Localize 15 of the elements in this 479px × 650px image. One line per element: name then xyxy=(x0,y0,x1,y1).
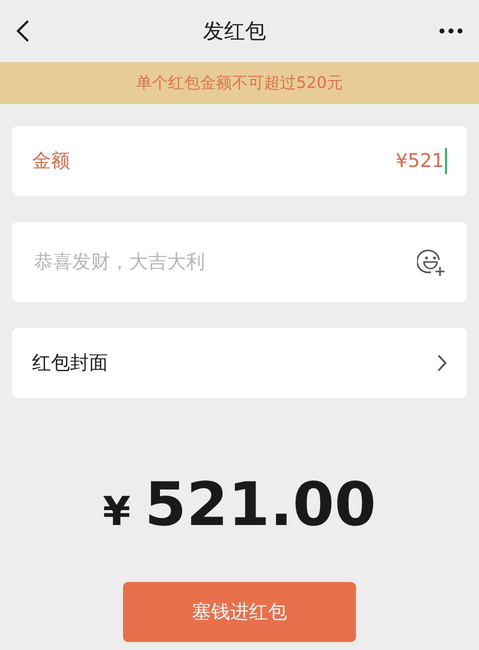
greeting-field[interactable]: 恭喜发财，大吉大利 xyxy=(32,250,417,274)
text-cursor xyxy=(445,148,447,174)
currency-sign: ¥ xyxy=(102,489,131,535)
emoji-add-icon xyxy=(417,247,447,277)
chevron-right-icon xyxy=(437,354,447,372)
greeting-field[interactable]: 恭喜发财，大吉大利 xyxy=(12,222,467,302)
total-amount: 521.00 xyxy=(144,470,376,540)
back-icon xyxy=(16,19,30,43)
warning-text: 单个红包金额不可超过520元 xyxy=(136,72,343,94)
more-icon xyxy=(439,28,463,34)
amount-label: 金额 xyxy=(32,149,71,174)
page-title: 发红包 xyxy=(203,18,266,45)
cover-row[interactable]: 红包封面 xyxy=(12,328,467,398)
submit-button[interactable]: 塞钱进红包 xyxy=(123,582,356,642)
amount-value[interactable]: ¥521 xyxy=(396,150,444,172)
